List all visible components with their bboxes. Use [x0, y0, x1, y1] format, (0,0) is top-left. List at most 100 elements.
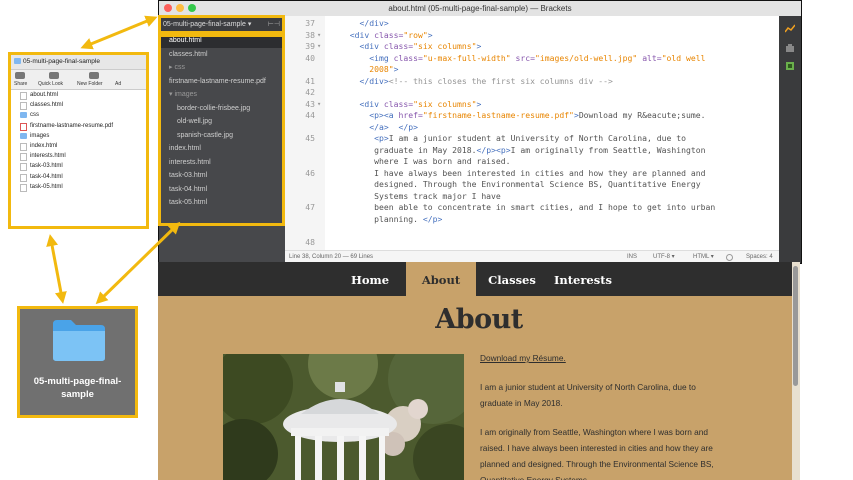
code-text: <p><a href="firstname-lastname-resume.pd…: [369, 110, 706, 120]
finder-item[interactable]: firstname-lastname-resume.pdf: [11, 121, 146, 131]
resume-link[interactable]: Download my Résume.: [480, 353, 566, 363]
add-button[interactable]: Ad: [115, 81, 121, 87]
line-number: 40: [305, 52, 315, 63]
page-scrollbar[interactable]: [792, 262, 800, 480]
code-line[interactable]: 46 I have always been interested in citi…: [285, 168, 779, 179]
finder-item-label: task-05.html: [30, 183, 63, 190]
folder-icon: [53, 320, 105, 361]
linter-status-icon[interactable]: [726, 254, 733, 261]
code-line[interactable]: 42: [285, 87, 779, 98]
code-line[interactable]: 44 <p><a href="firstname-lastname-resume…: [285, 110, 779, 121]
finder-item-label: firstname-lastname-resume.pdf: [30, 122, 114, 129]
folder-icon: [20, 112, 27, 119]
finder-item[interactable]: task-04.html: [11, 172, 146, 182]
finder-item[interactable]: index.html: [11, 141, 146, 151]
page-title: About: [435, 304, 523, 335]
about-text: Download my Résume. I am a junior studen…: [480, 350, 730, 480]
share-button[interactable]: Share: [14, 81, 27, 87]
code-line[interactable]: designed. Through the Environmental Scie…: [285, 179, 779, 190]
code-text: <div class="six columns">: [359, 98, 482, 109]
code-line[interactable]: 45 <p>I am a junior student at Universit…: [285, 133, 779, 144]
finder-item[interactable]: task-05.html: [11, 182, 146, 192]
new-folder-icon[interactable]: [89, 72, 99, 79]
finder-item[interactable]: about.html: [11, 90, 146, 100]
file-tree-highlight: [158, 34, 285, 226]
zoom-window-button[interactable]: [188, 4, 196, 12]
code-text: Systems track major I have: [340, 190, 501, 201]
extension-manager-icon[interactable]: [785, 43, 795, 53]
finder-path-bar: 05-multi-page-final-sample: [11, 55, 146, 70]
share-icon[interactable]: [15, 72, 25, 79]
nav-home[interactable]: Home: [338, 262, 402, 296]
finder-item[interactable]: interests.html: [11, 151, 146, 162]
nav-about[interactable]: About: [406, 262, 476, 296]
finder-window: 05-multi-page-final-sample Share Quick L…: [8, 52, 149, 229]
code-line[interactable]: graduate in May 2018.</p><p>I am origina…: [285, 145, 779, 156]
fold-icon[interactable]: ▾: [317, 30, 321, 41]
line-number: 48: [305, 236, 315, 247]
finder-item[interactable]: task-03.html: [11, 161, 146, 172]
finder-item-label: css: [30, 112, 39, 119]
site-nav: Home About Classes Interests: [158, 262, 800, 296]
finder-item[interactable]: images: [11, 131, 146, 141]
close-window-button[interactable]: [164, 4, 172, 12]
line-number: 43: [305, 98, 315, 109]
fold-icon[interactable]: ▾: [317, 99, 321, 110]
code-text: designed. Through the Environmental Scie…: [340, 179, 701, 189]
folder-label: 05-multi-page-final-sample: [33, 376, 122, 400]
live-preview-icon[interactable]: [785, 24, 795, 34]
finder-item[interactable]: classes.html: [11, 100, 146, 111]
line-number: 47: [305, 202, 315, 212]
code-line[interactable]: [285, 225, 779, 236]
quick-look-button[interactable]: Quick Look: [38, 81, 63, 87]
code-text: <img class="u-max-full-width" src="image…: [369, 52, 706, 63]
code-line[interactable]: 41 </div><!-- this closes the first six …: [285, 76, 779, 87]
code-line[interactable]: Systems track major I have: [285, 191, 779, 202]
code-line[interactable]: 2008">: [285, 64, 779, 75]
code-text: </a> </p>: [369, 121, 418, 132]
line-number: 44: [305, 110, 315, 120]
browser-preview: Home About Classes Interests About Downl…: [158, 262, 800, 480]
code-line[interactable]: 40 <img class="u-max-full-width" src="im…: [285, 53, 779, 64]
finder-folder-name: 05-multi-page-final-sample: [23, 58, 100, 65]
code-line[interactable]: 38 ▾ <div class="row">: [285, 30, 779, 41]
finder-item-label: images: [30, 132, 50, 139]
code-line[interactable]: 47 been able to concentrate in smart cit…: [285, 202, 779, 213]
about-paragraph-2: I am originally from Seattle, Washington…: [480, 427, 714, 480]
code-line[interactable]: </a> </p>: [285, 122, 779, 133]
fold-icon[interactable]: ▾: [317, 41, 321, 52]
code-line[interactable]: 43 ▾ <div class="six columns">: [285, 99, 779, 110]
code-text: been able to concentrate in smart cities…: [340, 202, 716, 212]
line-number: 39: [305, 41, 315, 51]
eye-icon[interactable]: [49, 72, 59, 79]
new-folder-button[interactable]: New Folder: [77, 81, 103, 87]
nav-classes[interactable]: Classes: [482, 262, 542, 296]
code-text: I have always been interested in cities …: [340, 167, 706, 178]
extension-toolbar: [779, 16, 801, 263]
finder-item-label: index.html: [30, 142, 58, 149]
arrow-finder-to-folder: [46, 234, 67, 304]
code-line[interactable]: 39 ▾ <div class="six columns">: [285, 41, 779, 52]
nav-interests[interactable]: Interests: [550, 262, 616, 296]
finder-item-label: interests.html: [30, 153, 66, 160]
file-icon: [20, 173, 27, 182]
code-line[interactable]: 48: [285, 237, 779, 248]
folder-icon: [20, 132, 27, 139]
finder-toolbar: Share Quick Look New Folder Ad: [11, 70, 146, 90]
finder-item-label: classes.html: [30, 102, 64, 109]
finder-item-label: about.html: [30, 92, 59, 98]
extension-icon[interactable]: [785, 61, 795, 71]
file-icon: [20, 163, 27, 172]
scroll-thumb[interactable]: [793, 266, 798, 386]
code-line[interactable]: where I was born and raised.: [285, 156, 779, 167]
code-line[interactable]: planning. </p>: [285, 214, 779, 225]
code-line[interactable]: 37 </div>: [285, 18, 779, 29]
code-text: planning. </p>: [340, 213, 443, 224]
finder-item[interactable]: css: [11, 110, 146, 120]
minimize-window-button[interactable]: [176, 4, 184, 12]
code-text: <div class="row">: [349, 29, 433, 40]
folder-tile[interactable]: 05-multi-page-final-sample: [17, 306, 138, 418]
code-editor[interactable]: 37 </div> 38 ▾ <div class="row"> 39 ▾ <div c…: [285, 16, 779, 251]
about-paragraph-1: I am a junior student at University of N…: [480, 382, 696, 408]
code-text: where I was born and raised.: [340, 156, 511, 166]
